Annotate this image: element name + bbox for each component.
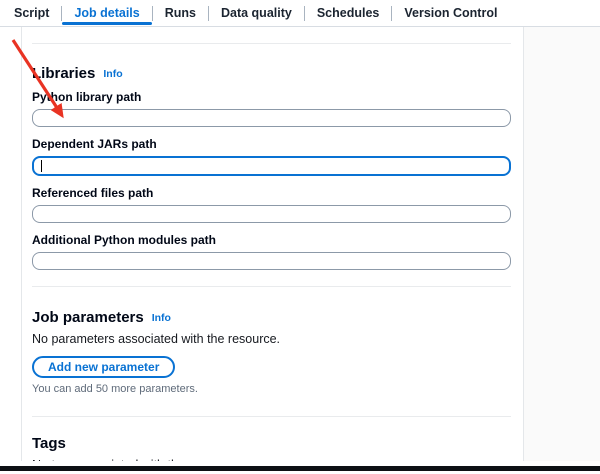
python-library-path-label: Python library path <box>32 90 142 104</box>
right-gutter <box>524 27 600 461</box>
job-details-page: Script Job details Runs Data quality Sch… <box>0 0 600 474</box>
tab-version-control[interactable]: Version Control <box>392 0 509 27</box>
dependent-jars-path-input[interactable] <box>32 156 511 176</box>
job-parameters-hint-text: You can add 50 more parameters. <box>32 383 198 395</box>
main-content: Libraries Info Python library path Depend… <box>0 27 600 474</box>
tags-empty-text: No tags associated with the resource. <box>32 458 511 461</box>
tab-data-quality[interactable]: Data quality <box>209 0 304 27</box>
job-parameters-heading: Job parameters Info <box>32 310 511 326</box>
dependent-jars-path-label: Dependent JARs path <box>32 137 157 151</box>
additional-python-modules-path-input[interactable] <box>32 252 511 270</box>
libraries-info-link[interactable]: Info <box>103 68 122 80</box>
job-parameters-empty-text: No parameters associated with the resour… <box>32 332 281 346</box>
referenced-files-path-input[interactable] <box>32 205 511 223</box>
job-parameters-info-link[interactable]: Info <box>152 312 171 324</box>
tags-heading: Tags <box>32 435 66 452</box>
tab-runs[interactable]: Runs <box>153 0 208 27</box>
additional-python-modules-path-label: Additional Python modules path <box>32 233 216 247</box>
tab-job-details[interactable]: Job details <box>62 0 153 27</box>
tab-schedules[interactable]: Schedules <box>305 0 392 27</box>
job-details-panel: Libraries Info Python library path Depend… <box>21 27 524 461</box>
text-cursor <box>41 160 42 172</box>
job-parameters-heading-text: Job parameters <box>32 309 144 326</box>
add-new-parameter-button[interactable]: Add new parameter <box>32 356 176 378</box>
section-divider <box>32 43 511 44</box>
libraries-heading-text: Libraries <box>32 65 96 82</box>
referenced-files-path-label: Referenced files path <box>32 186 154 200</box>
section-divider <box>32 416 511 417</box>
python-library-path-input[interactable] <box>32 109 511 127</box>
tab-bar: Script Job details Runs Data quality Sch… <box>0 0 600 27</box>
tab-script[interactable]: Script <box>2 0 61 27</box>
section-divider <box>32 286 511 287</box>
bottom-bar <box>0 466 600 471</box>
libraries-heading: Libraries Info <box>32 66 511 82</box>
